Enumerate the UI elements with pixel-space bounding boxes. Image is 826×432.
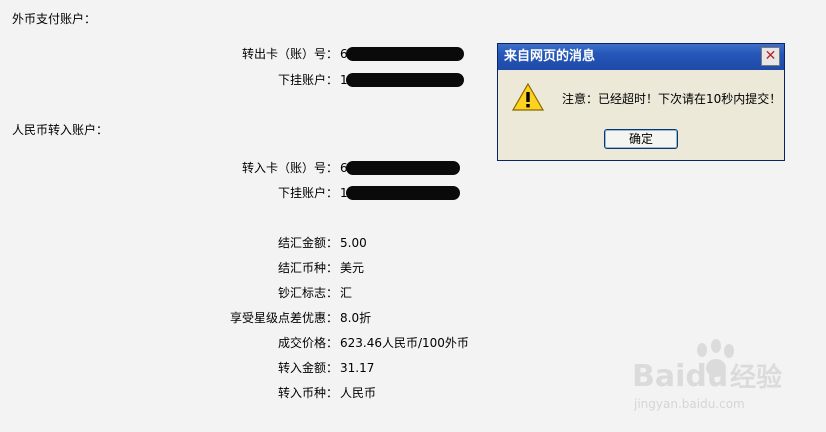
watermark-brand: Baidu — [632, 359, 728, 394]
dialog-titlebar[interactable]: 来自网页的消息 ✕ — [498, 44, 784, 70]
baidu-jingyan-watermark: Baidu 经验 jingyan.baidu.com — [632, 338, 812, 421]
field-star-discount: 享受星级点差优惠： 8.0折 — [0, 309, 826, 327]
field-cash-remit-flag: 钞汇标志： 汇 — [0, 284, 826, 302]
dialog-message: 注意：已经超时！下次请在10秒内提交！ — [562, 92, 782, 106]
field-label: 转入币种： — [277, 386, 338, 400]
section-title-foreign-payment: 外币支付账户： — [12, 12, 97, 26]
field-label: 结汇币种： — [277, 261, 338, 275]
field-settlement-amount: 结汇金额： 5.00 — [0, 234, 826, 252]
field-label: 结汇金额： — [277, 236, 338, 250]
field-value: 8.0折 — [340, 311, 372, 325]
warning-icon — [511, 82, 545, 115]
close-button[interactable]: ✕ — [761, 47, 780, 66]
field-label: 钞汇标志： — [277, 286, 338, 300]
field-value: 5.00 — [340, 236, 367, 250]
watermark-url: jingyan.baidu.com — [633, 397, 745, 411]
field-label: 享受星级点差优惠： — [229, 311, 338, 325]
field-value: 美元 — [340, 261, 365, 275]
section-title-rmb-receive: 人民币转入账户： — [12, 123, 109, 137]
watermark-cn: 经验 — [730, 362, 782, 393]
close-icon: ✕ — [764, 48, 777, 64]
field-label: 转入卡（账）号： — [241, 161, 338, 175]
field-settlement-currency: 结汇币种： 美元 — [0, 259, 826, 277]
redaction-bar — [346, 47, 464, 61]
field-value: 人民币 — [340, 386, 377, 400]
field-label: 转入金额： — [277, 361, 338, 375]
redaction-bar — [346, 73, 464, 87]
field-label: 下挂账户： — [277, 73, 338, 87]
dialog-title: 来自网页的消息 — [504, 49, 596, 64]
redaction-bar — [346, 161, 460, 175]
field-value: 31.17 — [340, 361, 375, 375]
field-label: 成交价格： — [277, 336, 338, 350]
ok-button[interactable]: 确定 — [604, 129, 678, 149]
field-value: 汇 — [340, 286, 353, 300]
redaction-bar — [346, 186, 460, 200]
field-value: 623.46人民币/100外币 — [340, 336, 469, 350]
alert-dialog: 来自网页的消息 ✕ 注意：已经超时！下次请在10秒内提交！ 确定 — [497, 43, 785, 161]
field-label: 下挂账户： — [277, 186, 338, 200]
field-label: 转出卡（账）号： — [241, 47, 338, 61]
